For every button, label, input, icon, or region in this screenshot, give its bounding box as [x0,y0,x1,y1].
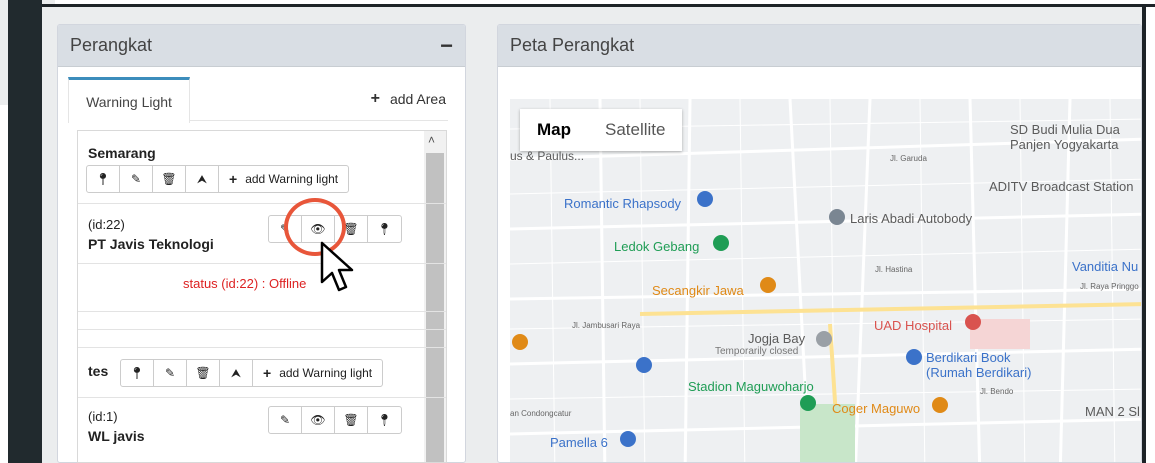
add-warning-light-label: add Warning light [279,366,373,380]
device-id: (id:1) [88,409,118,424]
add-area-button[interactable]: + add Area [371,90,446,108]
group-actions: 📍︎ ✎ 🗑︎ ⮝ + add Warning light [86,165,350,193]
divider [78,263,446,264]
collapse-button[interactable]: − [440,34,453,57]
eye-icon[interactable]: 👁︎ [302,407,335,433]
peta-panel-header: Peta Perangkat [498,25,1141,67]
peta-panel-title: Peta Perangkat [510,35,635,55]
place-marker-icon [512,334,528,350]
group-actions: 📍︎ ✎ 🗑︎ ⮝ + add Warning light [120,359,384,387]
map-pin-icon[interactable]: 📍︎ [87,166,120,192]
circle-chevron-icon[interactable]: ⮝ [186,166,219,192]
mouse-cursor-icon [320,241,354,292]
place-marker-icon [816,331,832,347]
map-canvas[interactable]: Map Satellite us & Paulus... SD Budi Mul… [510,99,1141,462]
plus-icon: + [370,90,380,107]
device-list: ˄ Semarang 📍︎ ✎ 🗑︎ ⮝ + add Warning light… [77,130,447,463]
plus-icon: + [229,171,238,187]
group-title: tes [88,363,109,379]
device-name: PT Javis Teknologi [88,236,214,252]
add-area-label: add Area [389,91,446,107]
circle-chevron-icon[interactable]: ⮝ [220,360,253,386]
divider [78,203,446,204]
tabs-bar: Warning Light + add Area [68,77,448,123]
trash-icon[interactable]: 🗑︎ [335,407,368,433]
peta-perangkat-panel: Peta Perangkat Map Satellite us & Paulus… [497,24,1142,463]
perangkat-panel-header: Perangkat − [58,25,465,67]
right-edge [1142,4,1146,463]
divider [78,397,446,398]
top-edge [42,4,1155,7]
pencil-icon[interactable]: ✎ [269,407,302,433]
place-marker-icon [760,277,776,293]
device-name: WL javis [88,428,145,444]
tab-warning-light[interactable]: Warning Light [68,77,190,123]
status-text: status (id:22) : Offline [183,276,307,291]
scrollbar-thumb[interactable] [426,153,444,462]
map-markers [512,191,981,447]
trash-icon[interactable]: 🗑︎ [187,360,220,386]
group-title: Semarang [88,145,156,161]
trash-icon[interactable]: 🗑︎ [153,166,186,192]
divider [78,329,446,330]
map-pin-icon[interactable]: 📍︎ [368,216,401,242]
add-warning-light-label: add Warning light [245,172,339,186]
scrollbar[interactable]: ˄ [424,131,446,462]
place-marker-icon [713,235,729,251]
plus-icon: + [263,365,272,381]
left-sidebar-edge [8,0,42,463]
pencil-icon[interactable]: ✎ [154,360,187,386]
map-pin-icon[interactable]: 📍︎ [121,360,154,386]
perangkat-panel-title: Perangkat [70,35,153,55]
place-marker-icon [906,349,922,365]
add-warning-light-button[interactable]: + add Warning light [219,166,348,192]
place-marker-icon [620,431,636,447]
device-id: (id:22) [88,217,125,232]
scroll-up-arrow-icon[interactable]: ˄ [428,133,435,147]
place-marker-icon [697,191,713,207]
pencil-icon[interactable]: ✎ [120,166,153,192]
map-pin-icon[interactable]: 📍︎ [368,407,401,433]
divider [78,347,446,348]
place-marker-icon [800,395,816,411]
place-marker-icon [932,397,948,413]
device-actions: ✎ 👁︎ 🗑︎ 📍︎ [268,406,402,434]
add-warning-light-button[interactable]: + add Warning light [253,360,382,386]
divider [78,311,446,312]
place-marker-icon [965,314,981,330]
place-marker-icon [636,357,652,373]
tab-warning-light-label: Warning Light [86,93,172,110]
place-marker-icon [829,209,845,225]
